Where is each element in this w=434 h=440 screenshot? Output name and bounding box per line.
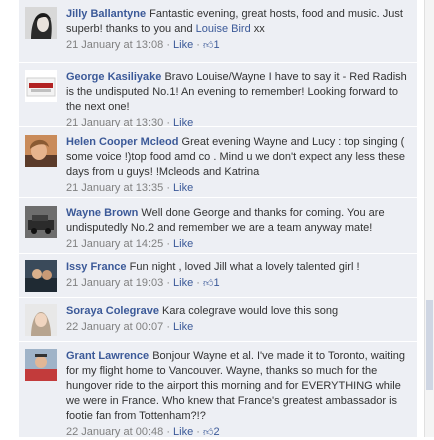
avatar[interactable] [25,70,57,102]
like-link[interactable]: Like [173,182,193,194]
comment-timestamp: 22 January at 00:48 [66,426,164,438]
like-link[interactable]: Like [173,426,193,438]
thumbs-up-icon[interactable]: 👍︎ [203,278,213,289]
comment-item: Wayne Brown Well done George and thanks … [19,198,417,254]
comment-meta: 22 January at 00:48 · Like · 👍︎2 [66,426,220,438]
avatar[interactable] [25,260,57,292]
comment-text: Fun night , loved Jill what a lovely tal… [129,261,360,273]
comment-meta: 22 January at 00:07 · Like [66,321,194,333]
vertical-scrollbar[interactable] [424,0,434,437]
comment-timestamp: 21 January at 14:25 [66,238,164,250]
comment-timestamp: 22 January at 00:07 [66,321,164,333]
comment-text-end: xx [250,23,265,35]
comment-author[interactable]: George Kasiliyake [66,71,161,83]
comment-meta: 21 January at 13:08 · Like · 👍︎1 [66,39,220,51]
comment-item: George Kasiliyake Bravo Louise/Wayne I h… [19,63,417,129]
avatar[interactable] [25,7,57,39]
avatar[interactable] [25,206,57,238]
thumbs-up-icon[interactable]: 👍︎ [203,40,213,51]
comment-item: Helen Cooper Mcleod Great evening Wayne … [19,127,417,198]
comment-author[interactable]: Soraya Colegrave [66,305,159,317]
like-link[interactable]: Like [173,39,193,51]
comment-author[interactable]: Grant Lawrence [66,350,149,362]
comment-author[interactable]: Jilly Ballantyne [66,8,146,20]
comment-meta: 21 January at 14:25 · Like [66,238,194,250]
like-link[interactable]: Like [173,321,193,333]
comment-timestamp: 21 January at 19:03 [66,277,164,289]
comment-meta: 21 January at 19:03 · Like · 👍︎1 [66,277,220,289]
comment-timestamp: 21 January at 13:35 [66,182,164,194]
comment-item: Issy France Fun night , loved Jill what … [19,254,417,298]
comment-text: Kara colegrave would love this song [162,305,339,317]
thumbs-up-icon[interactable]: 👍︎ [203,427,213,438]
like-link[interactable]: Like [173,277,193,289]
scrollbar-thumb[interactable] [426,300,433,390]
avatar[interactable] [25,304,57,336]
like-count[interactable]: 1 [213,39,219,51]
comment-item: Jilly Ballantyne Fantastic evening, grea… [19,0,417,63]
avatar[interactable] [25,349,57,381]
comment-item: Soraya Colegrave Kara colegrave would lo… [19,298,417,342]
comment-timestamp: 21 January at 13:08 [66,39,164,51]
mention-link[interactable]: Louise Bird [196,23,251,35]
comment-item: Grant Lawrence Bonjour Wayne et al. I've… [19,342,417,438]
comment-author[interactable]: Helen Cooper Mcleod [66,136,178,148]
like-count[interactable]: 2 [213,426,219,438]
comment-meta: 21 January at 13:35 · Like [66,182,194,194]
comment-author[interactable]: Wayne Brown [66,207,138,219]
like-link[interactable]: Like [173,238,193,250]
avatar[interactable] [25,135,57,167]
like-count[interactable]: 1 [213,277,219,289]
comment-author[interactable]: Issy France [66,261,127,273]
